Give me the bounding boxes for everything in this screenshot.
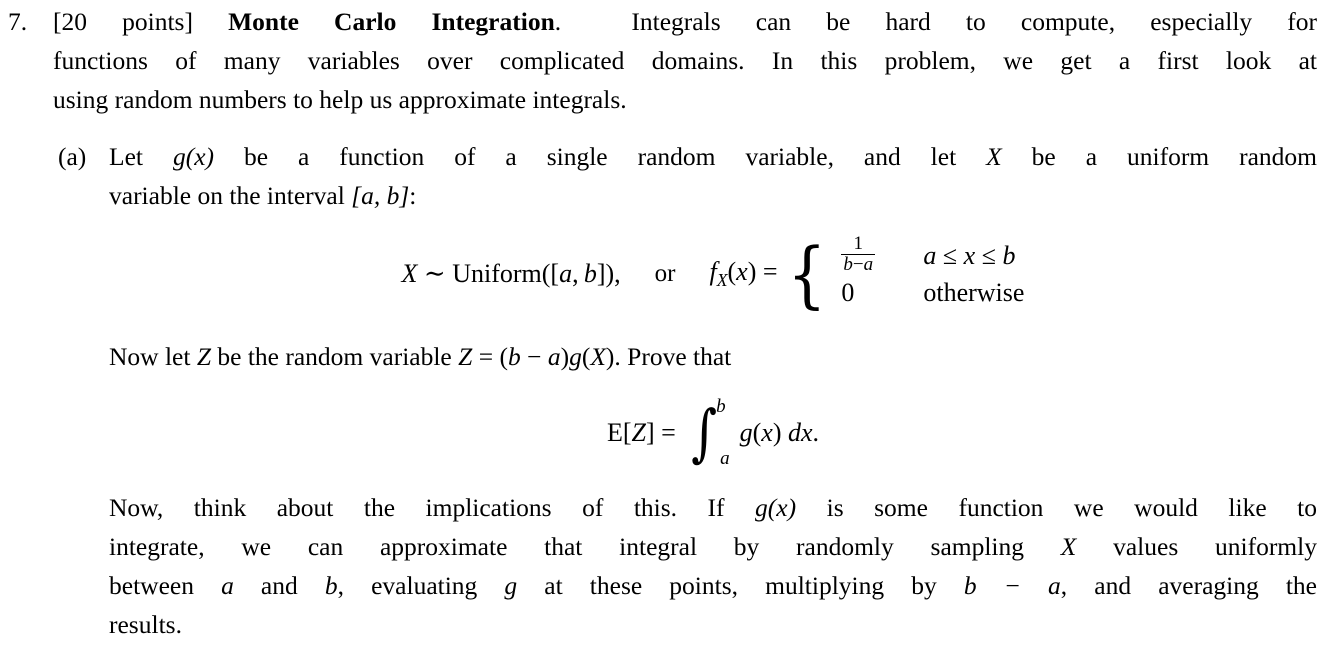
equation-uniform-lhs: X ∼ Uniform([a, b]), [401, 259, 621, 288]
integral-icon: ∫ [691, 395, 717, 469]
problem-7: 7. [20 points] Monte Carlo Integration. … [8, 2, 1317, 644]
math-g: g [504, 571, 518, 600]
cases-row-2: 0 otherwise [831, 274, 1024, 311]
part-a-line-2-pre: variable on the interval [109, 181, 352, 210]
part-a-line-1-mid: be a function of a single random variabl… [214, 142, 987, 171]
part-a-intro-paragraph: Let g(x) be a function of a single rando… [109, 137, 1317, 215]
math-g-of-x-2: g(x) [755, 493, 797, 522]
equation-integrand: g(x) dx. [739, 418, 820, 447]
cases-row-2-value: 0 [841, 277, 855, 307]
math-f: f [709, 256, 717, 286]
math-fx-arg: (x) = [727, 256, 778, 286]
math-b-minus-a: b − a [963, 571, 1061, 600]
equation-uniform-distribution: X ∼ Uniform([a, b]), or fX(x) = { 1 b−a [109, 232, 1317, 317]
equation-expectation-lhs: E[Z] = [606, 418, 676, 447]
document-page: 7. [20 points] Monte Carlo Integration. … [0, 0, 1325, 651]
problem-title: Monte Carlo Integration [228, 7, 555, 36]
fraction-numerator: 1 [853, 233, 863, 255]
math-g-of-x: g(x) [172, 142, 215, 171]
fraction-denominator: b−a [841, 254, 876, 275]
now-let-z-sentence: Now let Z be the random variable Z = (b … [109, 342, 732, 371]
closing-line-3-pre: between [109, 571, 222, 600]
math-X-2: X [1060, 532, 1077, 561]
closing-line-4: results. [109, 610, 182, 639]
problem-part-a: (a) Let g(x) be a function of a single r… [53, 137, 1317, 644]
points-label: [20 points] [53, 7, 193, 36]
fraction-one-over-b-minus-a: 1 b−a [841, 233, 876, 275]
cases-row-2-condition: otherwise [923, 277, 1025, 307]
intro-line-2: functions of many variables over complic… [53, 46, 1317, 75]
part-a-line-2: variable on the interval [a, b]: [109, 176, 1317, 215]
integral-upper-limit: b [716, 396, 726, 417]
math-b: b [324, 571, 338, 600]
closing-line-3-mid3: at these points, multiplying by [517, 571, 964, 600]
math-a: a [221, 571, 234, 600]
math-interval-ab: [a, b] [351, 181, 410, 210]
closing-line-3-mid1: and [233, 571, 325, 600]
part-a-label: (a) [58, 142, 87, 171]
closing-line-3-post: , and averaging the [1060, 571, 1317, 600]
now-let-mid: be the random variable [211, 342, 459, 371]
intro-line-1-text: Integrals can be hard to compute, especi… [631, 7, 1318, 36]
now-let-post: . Prove that [614, 342, 732, 371]
intro-line-1: [20 points] Monte Carlo Integration. Int… [53, 2, 1317, 41]
closing-line-2-post: values uniformly [1076, 532, 1317, 561]
part-a-body: Let g(x) be a function of a single rando… [109, 137, 1317, 644]
part-a-line-1-post: be a uniform random [1001, 142, 1318, 171]
part-a-line-1: Let g(x) be a function of a single rando… [109, 137, 1317, 176]
equation-expectation: E[Z] = ∫ b a g(x) dx. [109, 395, 1317, 469]
equation-fx-lhs: fX(x) = [709, 257, 783, 291]
math-Z-definition: Z [458, 342, 473, 371]
math-Z: Z [196, 342, 212, 371]
part-a-closing-paragraph: Now, think about the implications of thi… [109, 488, 1317, 644]
math-X: X [986, 142, 1002, 171]
closing-line-3: between a and b, evaluating g at these p… [109, 566, 1317, 605]
closing-line-1: Now, think about the implications of thi… [109, 488, 1317, 527]
integral-lower-limit: a [720, 448, 730, 469]
integral-symbol-with-limits: ∫ b a [688, 395, 730, 469]
cases-row-1: 1 b−a a ≤ x ≤ b [831, 233, 1024, 276]
equation-or-label: or [654, 260, 676, 287]
intro-line-3: using random numbers to help us approxim… [53, 85, 627, 114]
now-let-pre: Now let [109, 342, 197, 371]
problem-heading-row: 7. [20 points] Monte Carlo Integration. … [8, 2, 1317, 644]
closing-line-2-pre: integrate, we can approximate that integ… [109, 532, 1061, 561]
cases-row-1-condition: a ≤ x ≤ b [923, 240, 1016, 270]
problem-intro-paragraph: [20 points] Monte Carlo Integration. Int… [53, 2, 1317, 119]
closing-line-1-post: is some function we would like to [796, 493, 1317, 522]
problem-body: [20 points] Monte Carlo Integration. Int… [53, 2, 1317, 644]
cases-block: 1 b−a a ≤ x ≤ b 0 otherwise [831, 233, 1024, 311]
part-a-line-2-post: : [409, 181, 417, 210]
cases-brace-icon: { [786, 232, 826, 317]
closing-line-2: integrate, we can approximate that integ… [109, 527, 1317, 566]
part-a-line-1-pre: Let [109, 142, 173, 171]
math-f-subscript-X: X [716, 270, 728, 291]
cases-row-1-value: 1 b−a [831, 233, 923, 276]
integral-limits: b a [716, 396, 730, 469]
problem-number: 7. [8, 7, 28, 36]
closing-line-1-pre: Now, think about the implications of thi… [109, 493, 756, 522]
closing-line-3-mid2: , evaluating [337, 571, 505, 600]
